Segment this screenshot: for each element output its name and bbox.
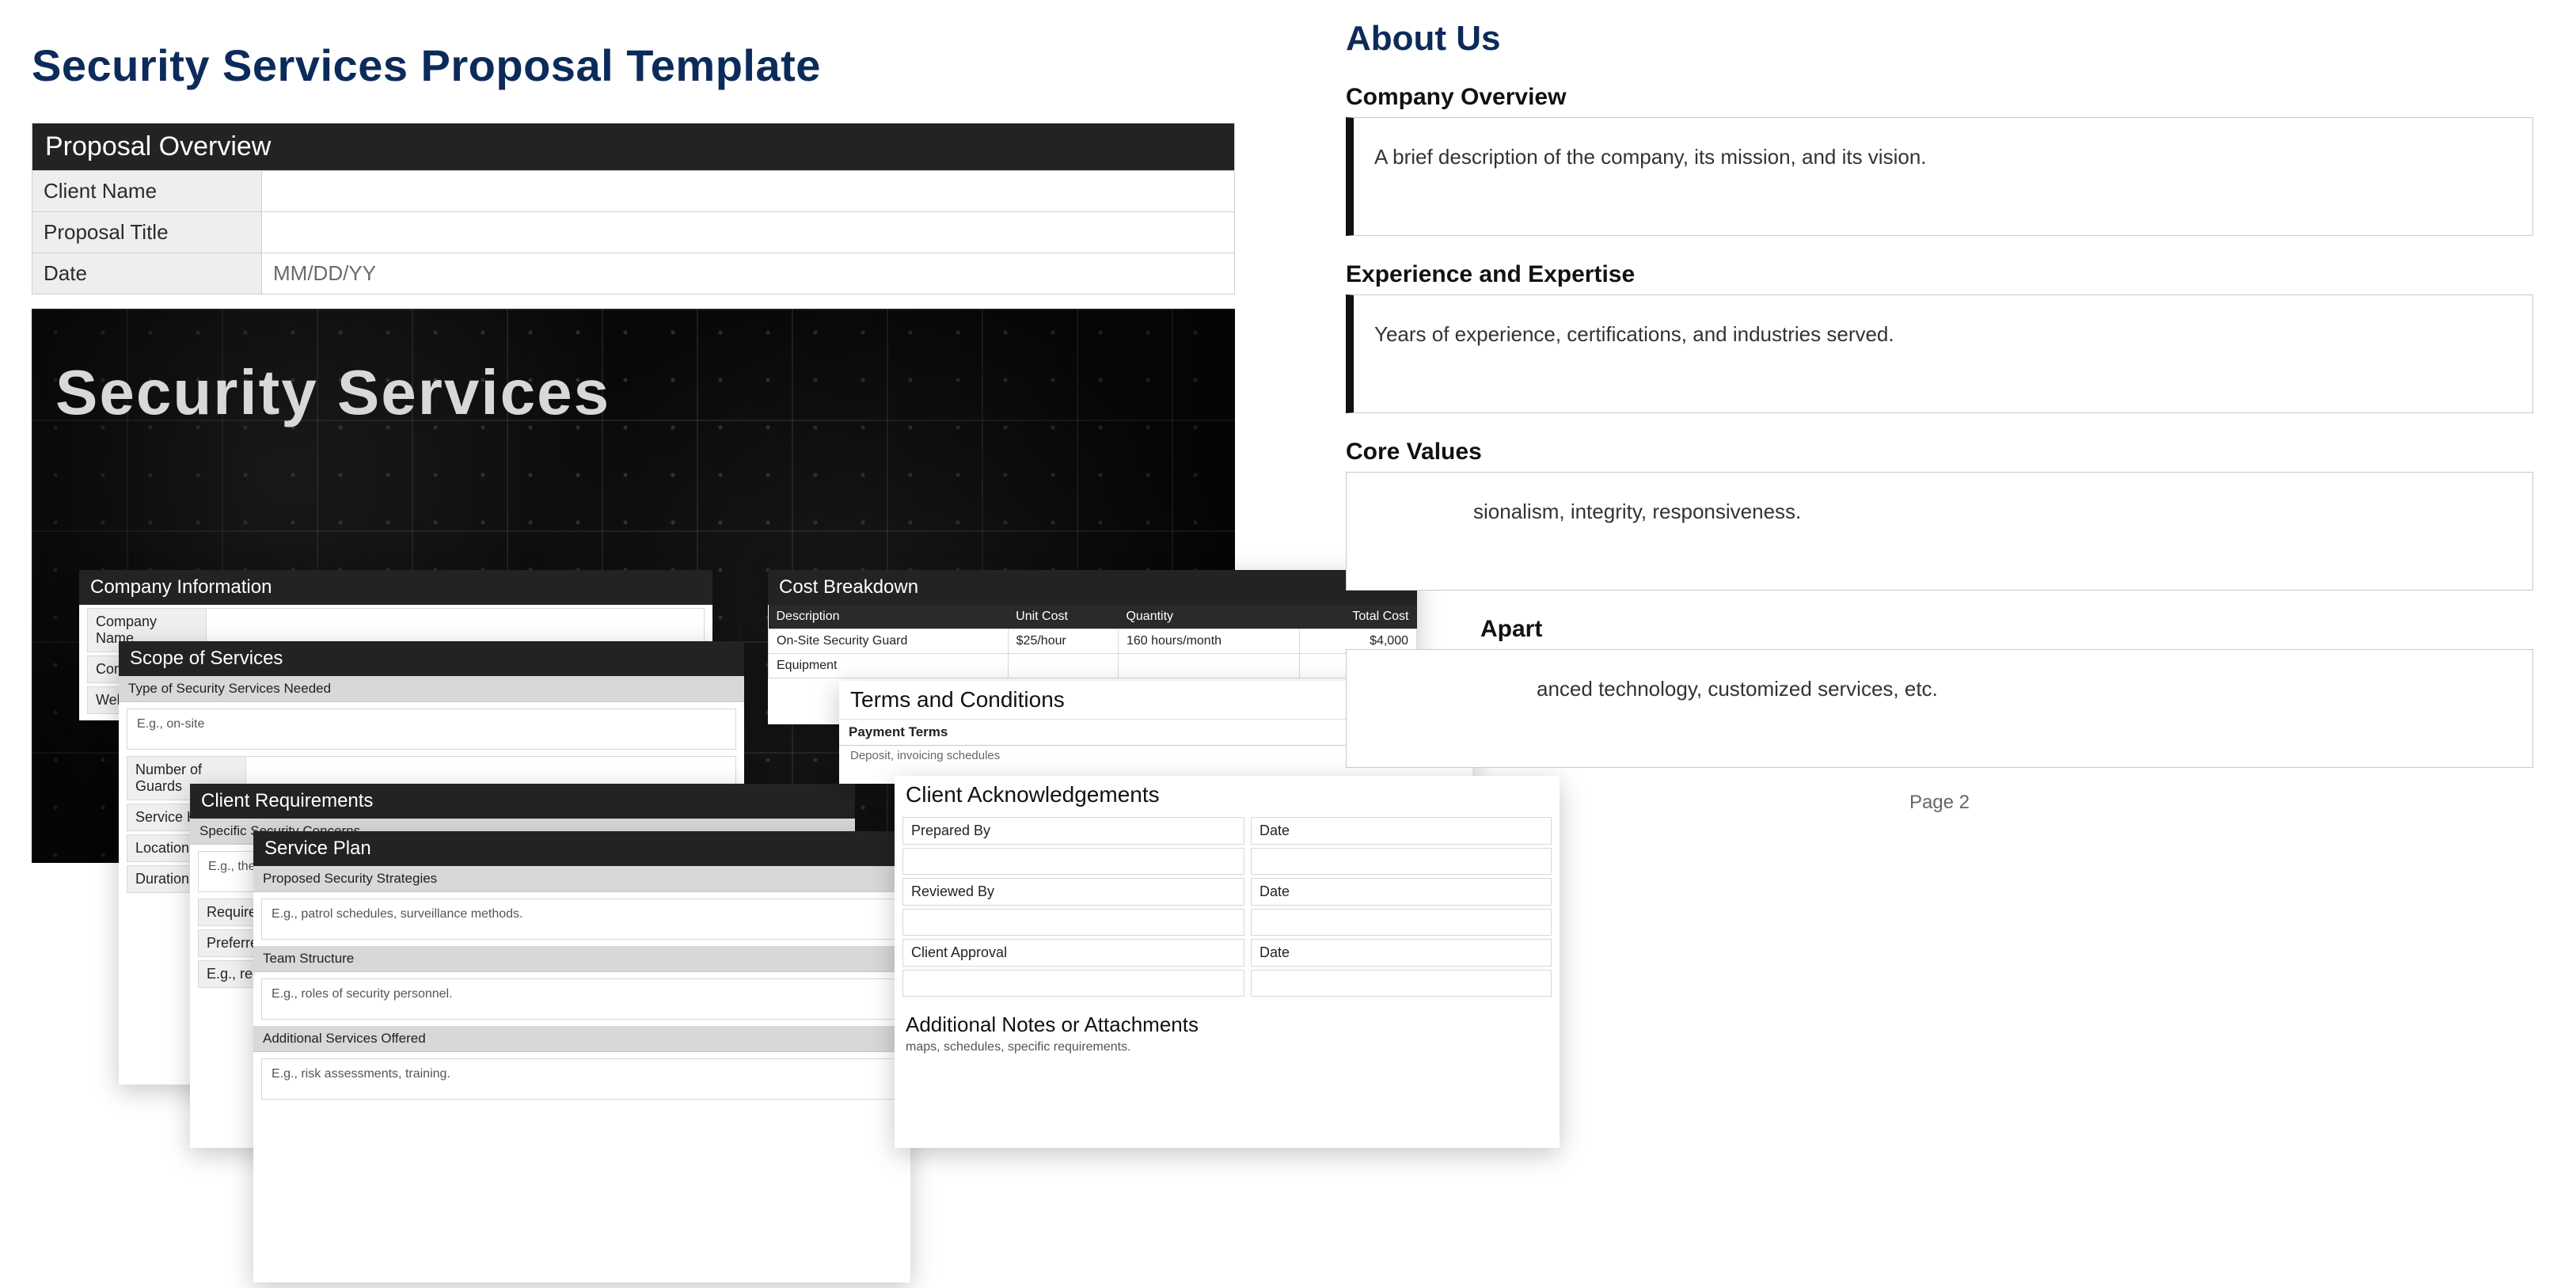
about-text[interactable]: sionalism, integrity, responsiveness. bbox=[1346, 472, 2533, 591]
page-number: Page 2 bbox=[1346, 792, 2533, 814]
hero-title: Security Services bbox=[55, 356, 610, 429]
mini-header: Service Plan bbox=[253, 831, 910, 866]
about-heading: Company Overview bbox=[1346, 84, 2533, 111]
mini-ack: Client Acknowledgements Prepared By Date… bbox=[895, 776, 1560, 1148]
mini-header: Cost Breakdown bbox=[768, 570, 1417, 605]
overview-row-label: Proposal Title bbox=[32, 212, 262, 253]
about-text[interactable]: anced technology, customized services, e… bbox=[1346, 649, 2533, 768]
proposal-overview-table: Proposal Overview Client Name Proposal T… bbox=[32, 123, 1235, 294]
about-heading: Apart bbox=[1346, 616, 2533, 643]
cost-table: Description Unit Cost Quantity Total Cos… bbox=[768, 605, 1417, 678]
about-heading: Core Values bbox=[1346, 439, 2533, 465]
mini-header: Company Information bbox=[79, 570, 712, 605]
about-text[interactable]: Years of experience, certifications, and… bbox=[1346, 294, 2533, 413]
about-title: About Us bbox=[1346, 19, 2533, 59]
overview-header: Proposal Overview bbox=[32, 123, 1235, 171]
overview-row-label: Client Name bbox=[32, 171, 262, 212]
overview-row-value[interactable] bbox=[262, 171, 1235, 212]
mini-header: Client Requirements bbox=[190, 784, 855, 819]
mini-header: Scope of Services bbox=[119, 641, 744, 676]
mini-service-plan: Service Plan Proposed Security Strategie… bbox=[253, 831, 910, 1282]
about-heading: Experience and Expertise bbox=[1346, 261, 2533, 288]
notes-header: Additional Notes or Attachments bbox=[895, 1000, 1560, 1040]
overview-row-label: Date bbox=[32, 253, 262, 294]
page-title: Security Services Proposal Template bbox=[32, 40, 1235, 91]
about-text[interactable]: A brief description of the company, its … bbox=[1346, 117, 2533, 236]
overview-row-value[interactable] bbox=[262, 212, 1235, 253]
about-us-page: About Us Company Overview A brief descri… bbox=[1346, 0, 2533, 814]
overview-row-value[interactable]: MM/DD/YY bbox=[262, 253, 1235, 294]
